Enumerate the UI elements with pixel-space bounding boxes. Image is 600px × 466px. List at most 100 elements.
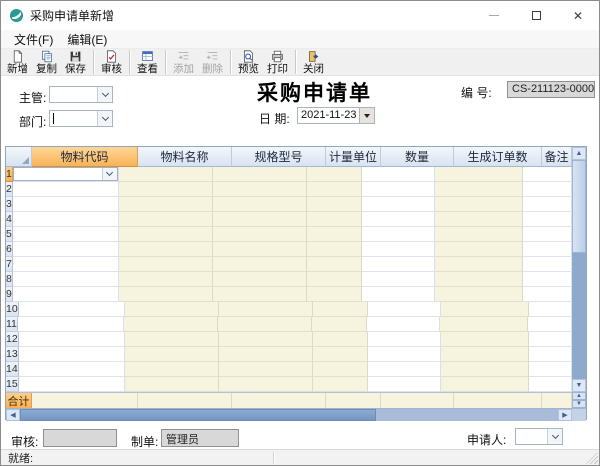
grid-cell[interactable]: [307, 167, 362, 182]
grid-cell[interactable]: [435, 212, 523, 227]
column-header-material-name[interactable]: 物料名称: [138, 147, 232, 167]
menu-file[interactable]: 文件(F): [7, 30, 60, 49]
grid-cell[interactable]: [313, 332, 368, 347]
grid-cell[interactable]: [13, 287, 119, 302]
grid-cell[interactable]: [528, 317, 572, 332]
grid-cell[interactable]: [213, 167, 307, 182]
grid-cell[interactable]: [362, 272, 435, 287]
grid-cell[interactable]: [523, 257, 572, 272]
print-button[interactable]: 打印: [263, 49, 292, 75]
grid-cell[interactable]: [119, 272, 213, 287]
grid-cell[interactable]: [368, 362, 441, 377]
grid-cell[interactable]: [307, 182, 362, 197]
grid-cell[interactable]: [119, 167, 213, 182]
grid-cell[interactable]: [529, 347, 572, 362]
horizontal-scrollbar-track[interactable]: [376, 409, 558, 421]
row-number-cell[interactable]: 8: [6, 272, 13, 287]
grid-cell[interactable]: [119, 197, 213, 212]
cell-dropdown-button[interactable]: [102, 168, 117, 180]
grid-cell[interactable]: [119, 182, 213, 197]
grid-cell[interactable]: [19, 332, 125, 347]
date-dropdown-button[interactable]: [359, 108, 374, 123]
grid-corner-cell[interactable]: [6, 147, 32, 167]
column-header-quantity[interactable]: 数量: [381, 147, 454, 167]
vertical-scrollbar-thumb[interactable]: [572, 160, 586, 253]
grid-cell[interactable]: [362, 242, 435, 257]
grid-cell[interactable]: [368, 347, 441, 362]
menu-edit[interactable]: 编辑(E): [60, 30, 114, 49]
maximize-button[interactable]: [515, 1, 557, 30]
grid-cell[interactable]: [523, 197, 572, 212]
vertical-scrollbar-track[interactable]: [572, 253, 586, 379]
grid-cell[interactable]: [125, 332, 219, 347]
grid-cell[interactable]: [435, 287, 523, 302]
column-header-unit[interactable]: 计量单位: [326, 147, 381, 167]
grid-cell[interactable]: [19, 302, 125, 317]
grid-cell[interactable]: [362, 287, 435, 302]
material-code-combobox[interactable]: [13, 167, 118, 181]
grid-cell[interactable]: [435, 227, 523, 242]
grid-cell[interactable]: [307, 272, 362, 287]
grid-cell[interactable]: [362, 197, 435, 212]
grid-cell[interactable]: [119, 257, 213, 272]
grid-cell[interactable]: [523, 167, 572, 182]
grid-cell[interactable]: [523, 242, 572, 257]
department-combobox[interactable]: [49, 110, 113, 127]
grid-cell[interactable]: [307, 287, 362, 302]
mini-scroll-down-button[interactable]: ▼: [572, 400, 586, 408]
grid-cell[interactable]: [13, 182, 119, 197]
scroll-down-button[interactable]: ▼: [572, 379, 586, 392]
grid-cell[interactable]: [213, 197, 307, 212]
grid-cell[interactable]: [435, 167, 523, 182]
grid-cell[interactable]: [119, 287, 213, 302]
department-dropdown-button[interactable]: [97, 111, 112, 126]
grid-cell[interactable]: [119, 242, 213, 257]
grid-cell[interactable]: [124, 317, 218, 332]
grid-cell[interactable]: [523, 287, 572, 302]
close-button[interactable]: ✕: [557, 1, 599, 30]
grid-cell[interactable]: [125, 377, 219, 392]
row-number-cell[interactable]: 4: [6, 212, 13, 227]
grid-cell[interactable]: [441, 347, 529, 362]
grid-cell[interactable]: [219, 332, 313, 347]
mini-scroll-up-button[interactable]: ▲: [572, 392, 586, 400]
row-number-cell[interactable]: 15: [6, 377, 19, 392]
scroll-up-button[interactable]: ▲: [572, 147, 586, 160]
column-header-spec-model[interactable]: 规格型号: [232, 147, 326, 167]
grid-cell[interactable]: [219, 377, 313, 392]
grid-cell[interactable]: [213, 182, 307, 197]
grid-cell[interactable]: [529, 377, 572, 392]
minimize-button[interactable]: [473, 1, 515, 30]
grid-cell[interactable]: [18, 317, 124, 332]
grid-cell[interactable]: [368, 302, 441, 317]
row-number-cell[interactable]: 2: [6, 182, 13, 197]
grid-cell[interactable]: [441, 377, 529, 392]
save-button[interactable]: 保存: [61, 49, 90, 75]
grid-cell[interactable]: [435, 272, 523, 287]
supervisor-dropdown-button[interactable]: [97, 87, 112, 102]
row-number-cell[interactable]: 14: [6, 362, 19, 377]
column-header-generated-orders[interactable]: 生成订单数: [454, 147, 542, 167]
applicant-combobox[interactable]: [515, 428, 563, 445]
grid-cell[interactable]: [368, 377, 441, 392]
grid-cell[interactable]: [313, 362, 368, 377]
scroll-right-button[interactable]: ▶: [558, 409, 572, 421]
row-number-cell[interactable]: 6: [6, 242, 13, 257]
grid-cell[interactable]: [529, 302, 572, 317]
grid-cell[interactable]: [119, 212, 213, 227]
grid-cell[interactable]: [307, 242, 362, 257]
grid-cell[interactable]: [19, 377, 125, 392]
grid-cell[interactable]: [213, 257, 307, 272]
row-number-cell[interactable]: 7: [6, 257, 13, 272]
supervisor-combobox[interactable]: [49, 86, 113, 103]
grid-cell[interactable]: [13, 197, 119, 212]
grid-cell[interactable]: [219, 302, 313, 317]
grid-cell[interactable]: [119, 227, 213, 242]
grid-cell[interactable]: [368, 332, 441, 347]
grid-cell[interactable]: [362, 227, 435, 242]
grid-cell[interactable]: [307, 227, 362, 242]
grid-cell[interactable]: [213, 272, 307, 287]
grid-cell[interactable]: [307, 197, 362, 212]
grid-cell[interactable]: [307, 257, 362, 272]
grid-cell[interactable]: [13, 167, 119, 182]
